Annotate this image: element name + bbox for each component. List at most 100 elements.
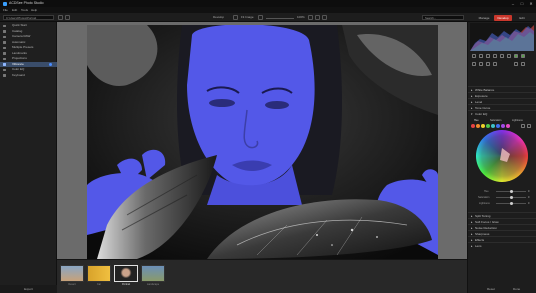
- portrait-photo: [87, 25, 438, 259]
- left-sidebar: Quick Start Catalog Camera RAW Automatic…: [0, 22, 57, 285]
- info-icon[interactable]: [315, 15, 320, 20]
- compare-icon[interactable]: [486, 62, 490, 66]
- zoom-icon[interactable]: [258, 15, 263, 20]
- grid-icon[interactable]: [308, 15, 313, 20]
- eyedropper-icon[interactable]: [472, 62, 476, 66]
- projection-icon: [3, 57, 6, 60]
- swatch-yellow[interactable]: [481, 124, 485, 128]
- fit-image-button[interactable]: Fit Image: [241, 15, 254, 20]
- swatch-red[interactable]: [471, 124, 475, 128]
- slider-knob[interactable]: [510, 196, 513, 199]
- color-tabs: Hue Saturation Lightness: [470, 118, 534, 123]
- undo-icon[interactable]: [521, 62, 525, 66]
- tab-saturation[interactable]: Saturation: [490, 118, 501, 123]
- active-indicator-icon: [49, 63, 52, 66]
- view-mode-label[interactable]: Develop: [213, 15, 224, 20]
- options-icon[interactable]: [527, 124, 531, 128]
- thumbnail-desert[interactable]: [60, 265, 84, 282]
- color-eq-icon: [3, 68, 6, 71]
- hue-slider[interactable]: Hue 0: [470, 189, 534, 194]
- swatch-aqua[interactable]: [491, 124, 495, 128]
- swatch-blue[interactable]: [496, 124, 500, 128]
- folder-icon[interactable]: [65, 15, 70, 20]
- thumbnail-landscape[interactable]: [141, 265, 165, 282]
- settings-icon[interactable]: [322, 15, 327, 20]
- mask-icon[interactable]: [493, 62, 497, 66]
- app-window: ACDSee Photo Studio – □ ✕ File Edit Tool…: [0, 0, 536, 293]
- radial-icon[interactable]: [500, 54, 504, 58]
- reset-button[interactable]: Reset: [487, 285, 495, 293]
- gradient-icon[interactable]: [493, 54, 497, 58]
- chevron-down-icon: ▾: [471, 112, 473, 116]
- app-logo-icon: [3, 1, 7, 6]
- slider-knob[interactable]: [510, 190, 513, 193]
- image-canvas[interactable]: [57, 22, 467, 259]
- tab-edit[interactable]: Edit: [513, 15, 531, 21]
- color-swatch-row: [471, 124, 535, 128]
- hue-selection-shape: [500, 148, 510, 162]
- swatch-green[interactable]: [486, 124, 490, 128]
- reset-icon[interactable]: [514, 62, 518, 66]
- slider-label: Lightness: [479, 202, 490, 205]
- sidebar-item-keyboard[interactable]: Keyboard: [0, 73, 57, 79]
- presets-icon: [3, 46, 6, 49]
- path-field[interactable]: C:\Users\Photos\Portrait: [3, 15, 54, 20]
- tab-develop[interactable]: Develop: [494, 15, 512, 21]
- zoom-slider[interactable]: [266, 17, 294, 19]
- swatch-purple[interactable]: [501, 124, 505, 128]
- maximize-button[interactable]: □: [518, 0, 526, 7]
- saturation-slider[interactable]: Saturation 0: [470, 195, 534, 200]
- star-icon: [3, 24, 6, 27]
- landmark-icon: [3, 52, 6, 55]
- color-wheel[interactable]: [476, 130, 528, 182]
- minimize-button[interactable]: –: [509, 0, 517, 7]
- thumbnail-label: Landscape: [146, 283, 160, 286]
- history-icon[interactable]: [479, 62, 483, 66]
- histogram: [470, 23, 534, 51]
- toolbar: C:\Users\Photos\Portrait Develop Fit Ima…: [0, 13, 536, 22]
- thumbnail-label: Car: [96, 283, 102, 286]
- tab-manage[interactable]: Manage: [475, 15, 493, 21]
- wand-icon: [3, 41, 6, 44]
- crop-icon[interactable]: [472, 54, 476, 58]
- camera-icon: [3, 35, 6, 38]
- back-button[interactable]: [58, 15, 63, 20]
- catalog-icon: [3, 30, 6, 33]
- vibrance-icon: [3, 63, 6, 66]
- slider-knob[interactable]: [510, 202, 513, 205]
- export-button[interactable]: Export: [0, 285, 57, 293]
- thumbnail-label: Desert: [68, 283, 76, 286]
- heal-icon[interactable]: [507, 54, 511, 58]
- close-button[interactable]: ✕: [527, 0, 535, 7]
- compare-icon[interactable]: [233, 15, 238, 20]
- search-input[interactable]: Search...: [422, 15, 464, 20]
- thumbnail-label: Portrait: [121, 283, 131, 286]
- window-title: ACDSee Photo Studio: [9, 1, 44, 5]
- thumbnail-portrait[interactable]: [114, 265, 138, 282]
- zoom-level: 100%: [297, 15, 305, 19]
- rotate-icon[interactable]: [479, 54, 483, 58]
- slider-value: 0: [528, 202, 530, 205]
- keyboard-icon: [3, 74, 6, 77]
- slider-value: 0: [528, 196, 530, 199]
- done-button[interactable]: Done: [513, 285, 520, 293]
- tab-hue[interactable]: Hue: [474, 118, 479, 123]
- apply-icon[interactable]: [521, 54, 525, 58]
- swatch-orange[interactable]: [476, 124, 480, 128]
- filmstrip: Desert Car Portrait Landscape: [57, 259, 467, 293]
- thumbnail-car[interactable]: [87, 265, 111, 282]
- photo-viewer[interactable]: [87, 25, 438, 259]
- tab-lightness[interactable]: Lightness: [512, 118, 523, 123]
- title-bar: ACDSee Photo Studio – □ ✕: [0, 0, 536, 7]
- lightness-slider[interactable]: Lightness 0: [470, 201, 534, 206]
- auto-icon[interactable]: [514, 54, 518, 58]
- target-adjust-icon[interactable]: [521, 124, 525, 128]
- panel-footer: Reset Done: [467, 285, 536, 293]
- chevron-right-icon: ▸: [471, 244, 473, 248]
- section-color-eq[interactable]: ▾ Color EQ: [468, 110, 536, 116]
- develop-panel: ▸ White Balance ▸ Exposure ▸ Level ▸ Tone Cu…: [467, 22, 536, 293]
- section-lens[interactable]: ▸ Lens: [468, 242, 536, 248]
- slider-label: Saturation: [478, 196, 490, 199]
- swatch-magenta[interactable]: [506, 124, 510, 128]
- brush-icon[interactable]: [486, 54, 490, 58]
